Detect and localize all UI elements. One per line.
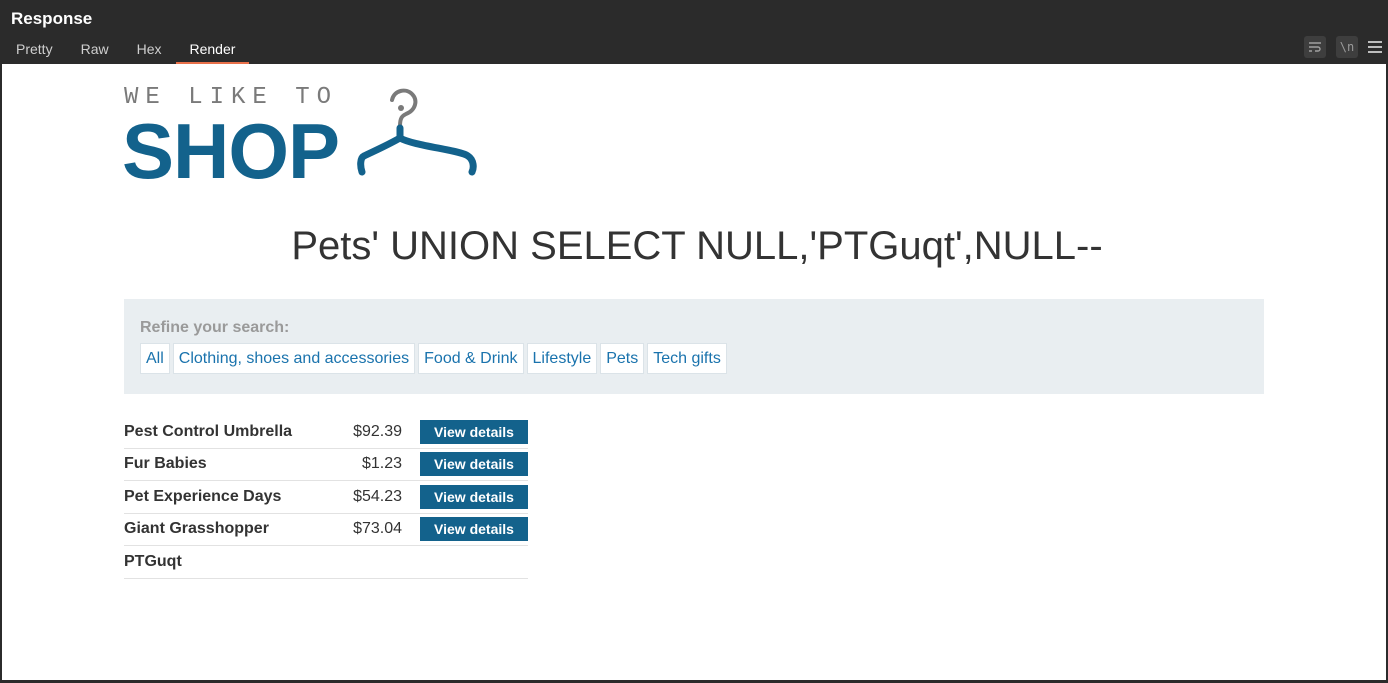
product-price: $73.04: [353, 520, 402, 538]
filter-lifestyle[interactable]: Lifestyle: [526, 343, 598, 374]
view-details-button[interactable]: View details: [420, 517, 528, 542]
product-name: Fur Babies: [124, 455, 207, 473]
product-name: Pet Experience Days: [124, 487, 282, 505]
product-price: $1.23: [361, 455, 402, 473]
filter-all[interactable]: All: [140, 343, 170, 374]
filter-food-drink[interactable]: Food & Drink: [418, 343, 524, 374]
refine-search-panel: Refine your search: All Clothing, shoes …: [124, 299, 1264, 394]
logo-wordmark: SHOP: [122, 107, 340, 195]
tab-pretty[interactable]: Pretty: [2, 38, 67, 64]
show-newlines-button[interactable]: \n: [1336, 36, 1358, 58]
table-row: Pest Control Umbrella $92.39 View detail…: [124, 416, 528, 449]
product-name: PTGuqt: [124, 552, 182, 570]
category-filters: All Clothing, shoes and accessories Food…: [140, 343, 727, 374]
product-name: Pest Control Umbrella: [124, 422, 293, 440]
refine-search-label: Refine your search:: [140, 319, 290, 336]
response-panel-header: Response Pretty Raw Hex Render \n: [0, 0, 1388, 64]
view-tabs: Pretty Raw Hex Render: [2, 38, 250, 64]
product-table: Pest Control Umbrella $92.39 View detail…: [124, 416, 528, 579]
tab-render[interactable]: Render: [175, 38, 250, 64]
product-name: Giant Grasshopper: [124, 520, 269, 538]
tab-raw[interactable]: Raw: [67, 38, 123, 64]
filter-pets[interactable]: Pets: [600, 343, 645, 374]
wrap-lines-icon[interactable]: [1304, 36, 1326, 58]
wrap-lines-icon-glyph: [1309, 42, 1321, 52]
shop-logo[interactable]: WE LIKE TO SHOP: [122, 84, 484, 195]
table-row: PTGuqt: [124, 546, 528, 579]
search-title: Pets' UNION SELECT NULL,'PTGuqt',NULL--: [291, 224, 1103, 268]
product-price: $92.39: [353, 422, 402, 440]
view-details-button[interactable]: View details: [420, 484, 528, 509]
panel-title: Response: [11, 9, 93, 28]
hanger-icon: [357, 88, 477, 176]
toolbar-icons: \n: [1304, 36, 1382, 58]
filter-tech-gifts[interactable]: Tech gifts: [647, 343, 727, 374]
tab-hex[interactable]: Hex: [123, 38, 176, 64]
view-details-button[interactable]: View details: [420, 452, 528, 477]
filter-clothing[interactable]: Clothing, shoes and accessories: [172, 343, 416, 374]
view-details-button[interactable]: View details: [420, 419, 528, 444]
product-price: $54.23: [353, 487, 402, 505]
hamburger-menu-icon[interactable]: [1368, 36, 1382, 58]
table-row: Pet Experience Days $54.23 View details: [124, 481, 528, 514]
table-row: Giant Grasshopper $73.04 View details: [124, 514, 528, 546]
render-view: WE LIKE TO SHOP Pets' UNION SELECT NULL,…: [2, 64, 1386, 680]
table-row: Fur Babies $1.23 View details: [124, 449, 528, 481]
